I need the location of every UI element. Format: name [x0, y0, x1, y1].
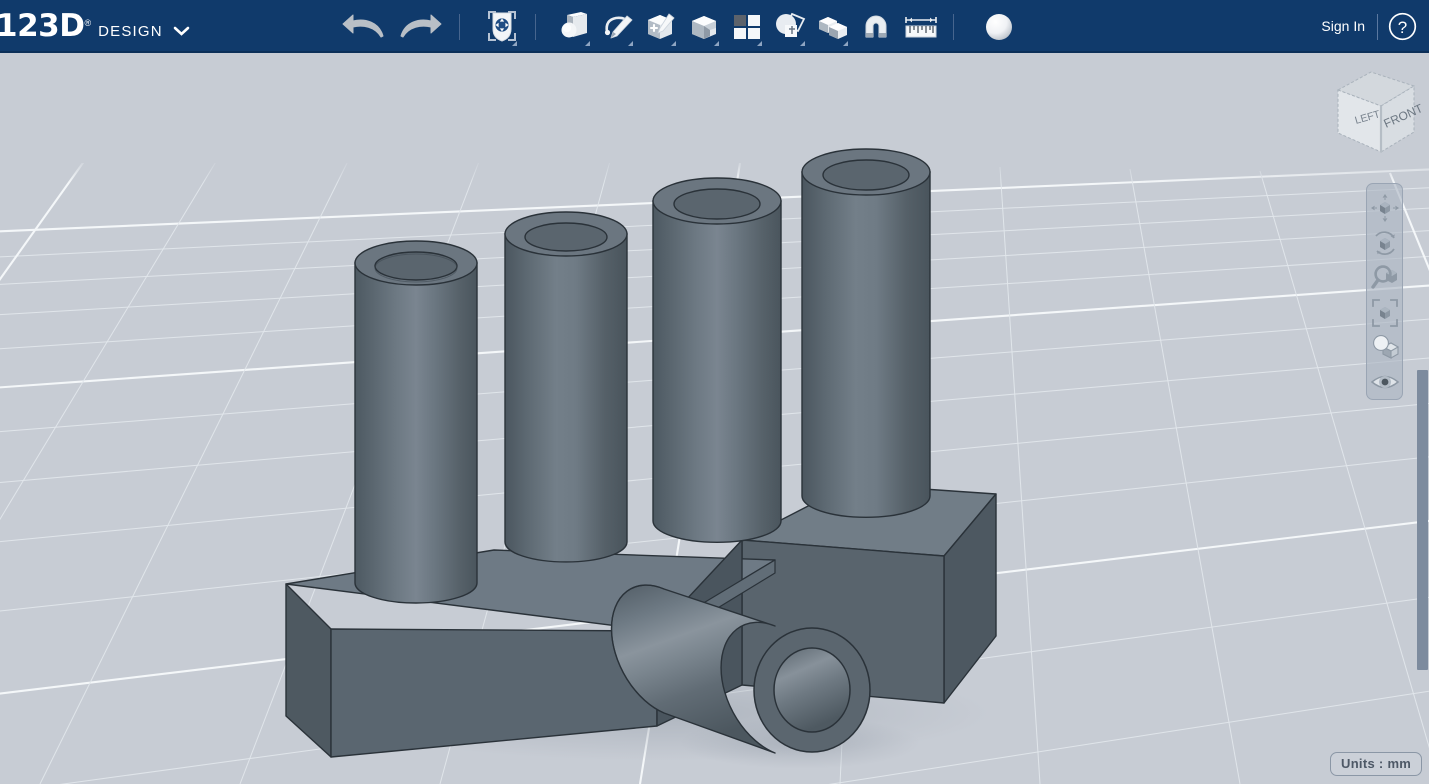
chevron-down-icon[interactable] — [173, 23, 190, 41]
chevron-down-icon[interactable] — [584, 40, 590, 46]
logo-text-design: DESIGN — [98, 23, 163, 40]
toolbar-separator — [952, 13, 954, 40]
modify-button[interactable] — [684, 5, 724, 49]
viewport-3d-canvas[interactable] — [0, 53, 1429, 784]
fit-brackets-icon — [1371, 299, 1398, 327]
chevron-down-icon[interactable] — [627, 40, 633, 46]
svg-text:?: ? — [1398, 18, 1407, 37]
vertical-tube[interactable] — [801, 148, 931, 519]
vertical-tube[interactable] — [354, 240, 478, 604]
undo-button[interactable] — [338, 5, 392, 49]
orbit-rotate-icon — [1374, 231, 1395, 255]
chevron-down-icon[interactable] — [799, 40, 805, 46]
transform-button[interactable] — [482, 5, 522, 49]
logo-registered-mark: ® — [84, 18, 92, 28]
chevron-down-icon[interactable] — [511, 40, 517, 46]
eye-icon — [1370, 375, 1399, 389]
construct-button[interactable] — [641, 5, 681, 49]
chevron-down-icon[interactable] — [842, 40, 848, 46]
chevron-down-icon[interactable] — [670, 40, 676, 46]
magnifier-icon — [1370, 265, 1397, 289]
display-button[interactable] — [1368, 330, 1401, 364]
toolbar-separator — [534, 13, 536, 40]
cad-model-manifold-block[interactable] — [0, 53, 1429, 784]
snap-button[interactable] — [856, 5, 896, 49]
sign-in-button[interactable]: Sign In — [1321, 0, 1365, 53]
view-cube[interactable]: LEFT FRONT — [1326, 60, 1426, 165]
fit-button[interactable] — [1368, 295, 1401, 329]
pattern-button[interactable] — [727, 5, 767, 49]
toolbar-separator — [1377, 14, 1378, 40]
orbit-button[interactable] — [1368, 225, 1401, 259]
app-root: 123D ® DESIGN Sign In ? LEFT FRONT Units… — [0, 0, 1429, 784]
primitives-button[interactable] — [555, 5, 595, 49]
vertical-tube[interactable] — [652, 177, 782, 544]
app-logo[interactable]: 123D ® DESIGN — [0, 0, 190, 53]
history-group — [338, 0, 446, 53]
display-shading-icon — [1372, 335, 1399, 359]
redo-button[interactable] — [392, 5, 446, 49]
view-button[interactable] — [1368, 365, 1401, 399]
logo-text-123d: 123D — [0, 8, 85, 44]
pan-button[interactable] — [1368, 190, 1401, 224]
vertical-tube[interactable] — [504, 211, 628, 563]
grouping-button[interactable] — [770, 5, 810, 49]
measure-button[interactable] — [899, 5, 943, 49]
zoom-button[interactable] — [1368, 260, 1401, 294]
pan-arrows-icon — [1370, 194, 1399, 222]
toolbar-separator — [458, 13, 460, 40]
units-badge[interactable]: Units : mm — [1330, 752, 1423, 776]
vertical-scrollbar-thumb[interactable] — [1417, 370, 1428, 670]
material-button[interactable] — [979, 5, 1019, 49]
navigation-bar — [1366, 183, 1403, 400]
chevron-down-icon[interactable] — [756, 40, 762, 46]
sketch-button[interactable] — [598, 5, 638, 49]
combine-button[interactable] — [813, 5, 853, 49]
help-button[interactable]: ? — [1388, 12, 1417, 41]
chevron-down-icon[interactable] — [713, 40, 719, 46]
top-toolbar: 123D ® DESIGN Sign In ? — [0, 0, 1429, 53]
